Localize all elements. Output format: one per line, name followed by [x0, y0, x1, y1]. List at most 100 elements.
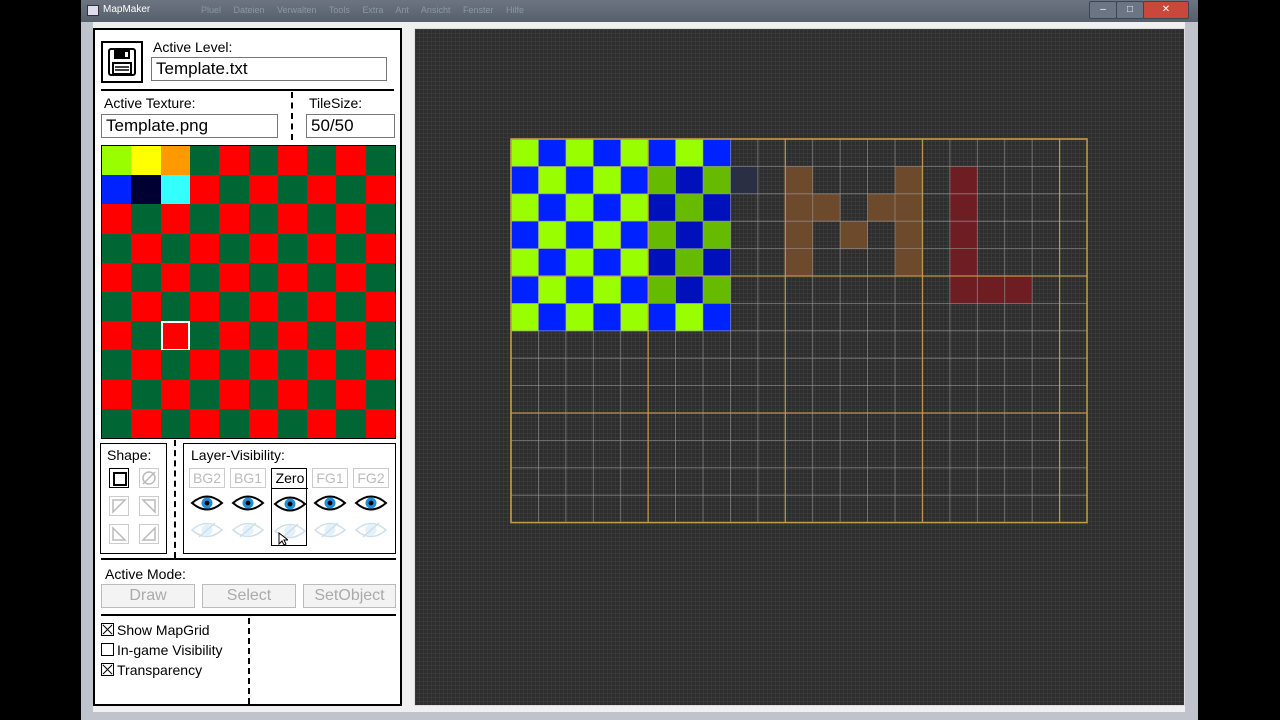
transparency-checkbox[interactable]: Transparency	[101, 662, 202, 678]
palette-tile[interactable]	[219, 175, 249, 205]
palette-tile[interactable]	[248, 233, 279, 264]
palette-tile[interactable]	[365, 233, 396, 264]
palette-tile[interactable]	[248, 321, 279, 351]
palette-tile[interactable]	[189, 321, 220, 351]
palette-tile[interactable]	[131, 292, 162, 322]
palette-tile[interactable]	[336, 292, 367, 322]
eye-visible-icon[interactable]	[273, 494, 307, 514]
palette-tile[interactable]	[365, 408, 396, 439]
palette-tile[interactable]	[307, 175, 337, 205]
palette-tile[interactable]	[248, 204, 279, 235]
layer-bg2[interactable]: BG2	[189, 468, 225, 546]
palette-tile[interactable]	[219, 233, 249, 264]
palette-tile[interactable]	[365, 292, 396, 322]
palette-tile[interactable]	[307, 292, 337, 322]
active-texture-field[interactable]: Template.png	[101, 114, 278, 138]
palette-tile[interactable]	[307, 321, 337, 351]
palette-tile[interactable]	[219, 146, 249, 176]
palette-tile[interactable]	[131, 321, 162, 351]
palette-tile[interactable]	[277, 175, 308, 205]
layer-zero[interactable]: Zero	[271, 468, 308, 546]
palette-tile[interactable]	[102, 408, 132, 439]
palette-tile[interactable]	[336, 233, 367, 264]
minimize-button[interactable]: –	[1089, 1, 1117, 19]
palette-tile[interactable]	[189, 146, 220, 176]
palette-tile[interactable]	[160, 262, 191, 293]
palette-tile[interactable]	[277, 408, 308, 439]
eye-visible-icon[interactable]	[190, 493, 224, 513]
palette-tile[interactable]	[248, 350, 279, 381]
palette-tile[interactable]	[336, 408, 367, 439]
palette-tile[interactable]	[189, 233, 220, 264]
palette-tile[interactable]	[365, 175, 396, 205]
active-level-field[interactable]: Template.txt	[151, 57, 387, 81]
palette-tile[interactable]	[160, 379, 191, 410]
eye-visible-icon[interactable]	[354, 493, 388, 513]
palette-tile[interactable]	[277, 204, 308, 235]
palette-tile[interactable]	[160, 292, 191, 322]
map-grid[interactable]	[415, 29, 1184, 705]
palette-tile[interactable]	[219, 262, 249, 293]
palette-tile[interactable]	[219, 408, 249, 439]
select-button[interactable]: Select	[202, 584, 296, 608]
checkbox-icon[interactable]	[101, 623, 114, 636]
tile-palette[interactable]	[101, 145, 396, 439]
palette-tile[interactable]	[365, 262, 396, 293]
palette-tile[interactable]	[160, 233, 191, 264]
palette-tile[interactable]	[307, 262, 337, 293]
palette-tile[interactable]	[189, 292, 220, 322]
palette-tile[interactable]	[277, 233, 308, 264]
palette-tile[interactable]	[365, 350, 396, 381]
palette-tile[interactable]	[248, 292, 279, 322]
draw-button[interactable]: Draw	[101, 584, 195, 608]
slope-top-left-icon[interactable]	[109, 496, 129, 516]
palette-tile[interactable]	[189, 350, 220, 381]
palette-tile[interactable]	[365, 204, 396, 235]
checkbox-icon[interactable]	[101, 643, 114, 656]
palette-tile[interactable]	[131, 262, 162, 293]
palette-tile[interactable]	[102, 321, 132, 351]
palette-tile[interactable]	[189, 408, 220, 439]
palette-tile[interactable]	[277, 292, 308, 322]
close-button[interactable]: ✕	[1143, 1, 1189, 19]
palette-tile[interactable]	[160, 408, 191, 439]
palette-tile[interactable]	[219, 292, 249, 322]
palette-tile[interactable]	[102, 262, 132, 293]
palette-tile[interactable]	[248, 379, 279, 410]
palette-tile[interactable]	[160, 350, 191, 381]
eye-hidden-icon[interactable]	[354, 520, 388, 540]
checkbox-icon[interactable]	[101, 663, 114, 676]
layer-bg1[interactable]: BG1	[230, 468, 266, 546]
palette-tile[interactable]	[248, 408, 279, 439]
palette-tile[interactable]	[277, 321, 308, 351]
palette-tile[interactable]	[307, 408, 337, 439]
palette-tile[interactable]	[131, 379, 162, 410]
palette-tile[interactable]	[336, 379, 367, 410]
palette-tile[interactable]	[131, 233, 162, 264]
eye-visible-icon[interactable]	[313, 493, 347, 513]
eye-hidden-icon[interactable]	[190, 520, 224, 540]
palette-tile[interactable]	[336, 204, 367, 235]
palette-tile[interactable]	[248, 146, 279, 176]
palette-tile[interactable]	[160, 204, 191, 235]
palette-tile[interactable]	[365, 379, 396, 410]
title-bar[interactable]: MapMaker Pluel Dateien Verwalten Tools E…	[81, 0, 1198, 22]
palette-tile[interactable]	[336, 321, 367, 351]
slope-bottom-right-icon[interactable]	[139, 524, 159, 544]
palette-tile[interactable]	[365, 146, 396, 176]
palette-tile[interactable]	[160, 175, 191, 205]
palette-tile[interactable]	[131, 175, 162, 205]
palette-tile[interactable]	[277, 146, 308, 176]
palette-tile[interactable]	[102, 379, 132, 410]
palette-tile[interactable]	[277, 350, 308, 381]
palette-tile[interactable]	[307, 350, 337, 381]
palette-tile[interactable]	[365, 321, 396, 351]
palette-tile[interactable]	[189, 204, 220, 235]
palette-tile[interactable]	[131, 146, 162, 176]
slope-bottom-left-icon[interactable]	[109, 524, 129, 544]
save-icon[interactable]	[101, 41, 143, 83]
palette-tile[interactable]	[336, 262, 367, 293]
palette-tile[interactable]	[219, 321, 249, 351]
palette-tile[interactable]	[277, 379, 308, 410]
map-canvas[interactable]	[414, 28, 1185, 706]
